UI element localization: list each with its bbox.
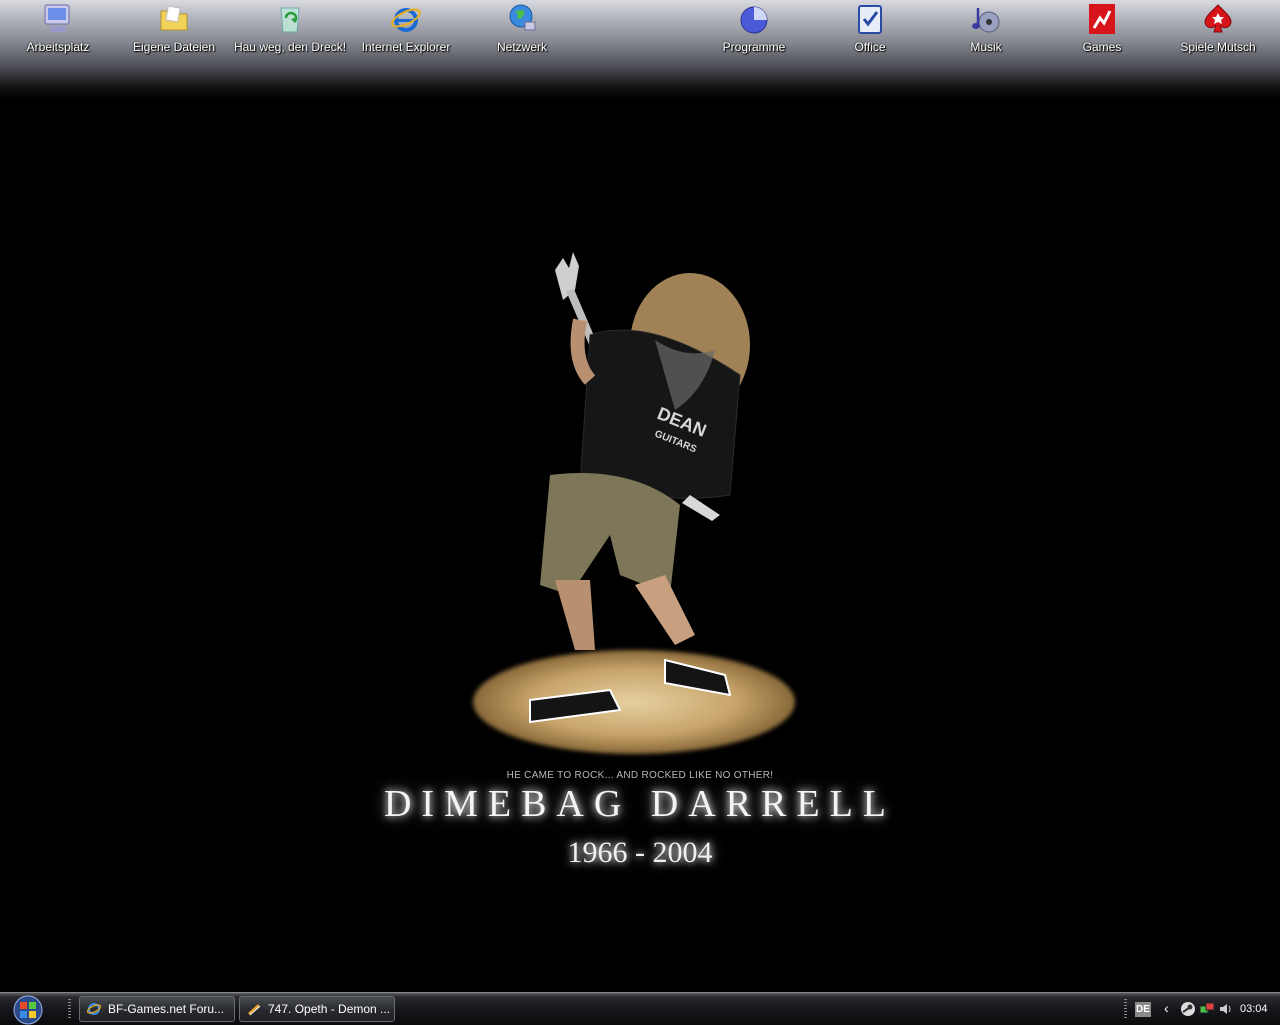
desktop-icon-spiele-mutsch[interactable]: Spiele Mutsch <box>1160 0 1276 60</box>
music-note-icon <box>972 8 1000 33</box>
folder-icon <box>160 5 188 31</box>
language-indicator[interactable]: DE <box>1135 1002 1151 1017</box>
desktop-icon-label: Internet Explorer <box>361 40 451 54</box>
media-player-icon <box>248 1004 261 1016</box>
desktop-icon-label: Eigene Dateien <box>132 40 216 54</box>
pie-chart-icon <box>740 6 768 34</box>
desktop-icon-label: Hau weg, den Dreck! <box>233 40 347 54</box>
taskbar-button-label: 747. Opeth - Demon ... <box>268 1002 391 1016</box>
internet-explorer-icon <box>391 8 421 32</box>
desktop-icon-label: Netzwerk <box>496 40 547 54</box>
internet-explorer-icon <box>86 1003 102 1015</box>
computer-icon <box>44 4 70 32</box>
desktop-icon-games[interactable]: Games <box>1044 0 1160 60</box>
desktop-icon-label: Musik <box>970 40 1002 54</box>
recycle-bin-icon <box>280 7 300 33</box>
games-icon <box>1089 4 1115 34</box>
tray-expand-arrow-icon[interactable]: ‹ <box>1164 1000 1169 1016</box>
desktop-icon-label: Office <box>854 40 886 54</box>
desktop-icon-label: Arbeitsplatz <box>26 40 90 54</box>
desktop-icon-office[interactable]: Office <box>812 0 928 60</box>
desktop-icon-musik[interactable]: Musik <box>928 0 1044 60</box>
desktop-icon-netzwerk[interactable]: Netzwerk <box>464 0 580 60</box>
desktop-icon-eigene-dateien[interactable]: Eigene Dateien <box>116 0 232 60</box>
wallpaper-years: 1966 - 2004 <box>567 836 713 869</box>
network-icon[interactable] <box>1199 1001 1215 1017</box>
desktop-icon-programme[interactable]: Programme <box>696 0 812 60</box>
taskbar-button-label: BF-Games.net Foru... <box>108 1002 225 1016</box>
desktop-icon-label: Games <box>1082 40 1122 54</box>
taskbar-button-bf-games[interactable]: BF-Games.net Foru... <box>79 996 235 1022</box>
office-clipboard-icon <box>858 5 882 34</box>
speaker-icon[interactable] <box>1218 1001 1234 1017</box>
taskbar: BF-Games.net Foru... 747. Opeth - Demon … <box>0 992 1280 1025</box>
taskbar-grip[interactable] <box>1124 999 1127 1019</box>
wallpaper-tagline: HE CAME TO ROCK... AND ROCKED LIKE NO OT… <box>506 770 774 781</box>
desktop-icon-internet-explorer[interactable]: Internet Explorer <box>348 0 464 60</box>
taskbar-grip[interactable] <box>68 999 71 1019</box>
taskbar-button-media-player[interactable]: 747. Opeth - Demon ... <box>239 996 395 1022</box>
network-globe-icon <box>509 4 536 31</box>
poker-spade-icon <box>1204 4 1232 33</box>
desktop-icon-label: Spiele Mutsch <box>1180 40 1256 54</box>
steam-icon[interactable] <box>1180 1001 1196 1017</box>
guitarist-figure: DEAN GUITARS <box>529 252 750 724</box>
desktop-icon-arbeitsplatz[interactable]: Arbeitsplatz <box>0 0 116 60</box>
start-button[interactable] <box>10 995 46 1025</box>
desktop-icon-label: Programme <box>722 40 786 54</box>
wallpaper-name: DIMEBAG DARRELL <box>383 783 897 825</box>
desktop-icon-recycle-bin[interactable]: Hau weg, den Dreck! <box>232 0 348 60</box>
clock[interactable]: 03:04 <box>1240 1003 1268 1015</box>
